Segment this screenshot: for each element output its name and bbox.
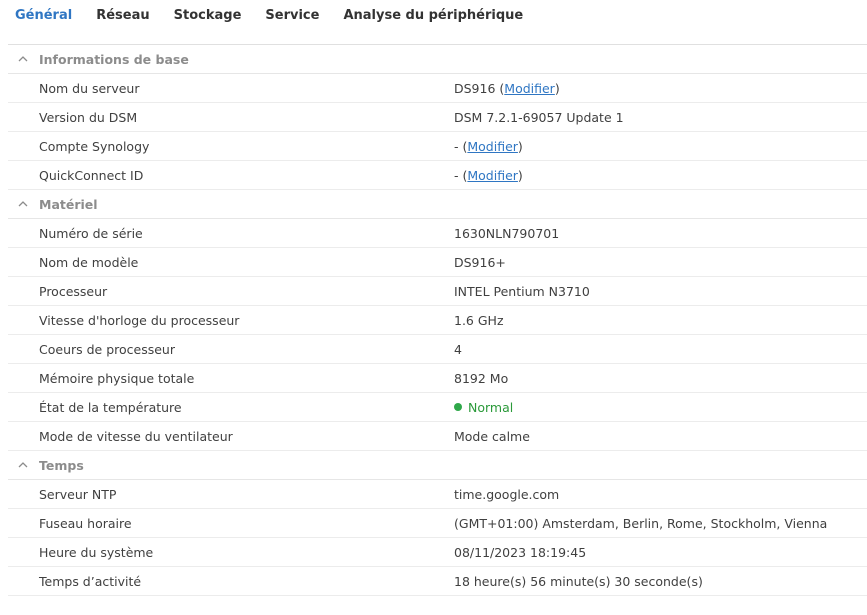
- field-value: 08/11/2023 18:19:45: [454, 544, 587, 560]
- field-value: 4: [454, 341, 462, 357]
- row-fan-mode: Mode de vitesse du ventilateur Mode calm…: [8, 422, 867, 451]
- section-title: Temps: [39, 457, 84, 473]
- field-label: Compte Synology: [39, 138, 150, 154]
- field-value: 1.6 GHz: [454, 312, 504, 328]
- row-dsm-version: Version du DSM DSM 7.2.1-69057 Update 1: [8, 103, 867, 132]
- field-value: 8192 Mo: [454, 370, 509, 386]
- row-server-name: Nom du serveur DS916 (Modifier): [8, 74, 867, 103]
- field-value: INTEL Pentium N3710: [454, 283, 590, 299]
- field-label: Nom de modèle: [39, 254, 139, 270]
- field-label: Numéro de série: [39, 225, 143, 241]
- server-name-value: DS916: [454, 80, 496, 96]
- row-time-zone: Fuseau horaire (GMT+01:00) Amsterdam, Be…: [8, 509, 867, 538]
- row-uptime: Temps d’activité 18 heure(s) 56 minute(s…: [8, 567, 867, 596]
- tab-bar: Général Réseau Stockage Service Analyse …: [0, 0, 867, 32]
- section-header-basic-info[interactable]: Informations de base: [8, 45, 867, 74]
- field-label: État de la température: [39, 399, 182, 415]
- synology-account-value: -: [454, 138, 459, 154]
- tab-general[interactable]: Général: [15, 4, 72, 28]
- row-total-memory: Mémoire physique totale 8192 Mo: [8, 364, 867, 393]
- field-value: 18 heure(s) 56 minute(s) 30 seconde(s): [454, 573, 703, 589]
- row-quickconnect-id: QuickConnect ID - (Modifier): [8, 161, 867, 190]
- row-synology-account: Compte Synology - (Modifier): [8, 132, 867, 161]
- modify-server-name-link[interactable]: Modifier: [504, 81, 555, 96]
- row-cpu-cores: Coeurs de processeur 4: [8, 335, 867, 364]
- section-title: Informations de base: [39, 51, 189, 67]
- row-model-name: Nom de modèle DS916+: [8, 248, 867, 277]
- status-dot-icon: [454, 402, 462, 411]
- field-value: - (Modifier): [454, 167, 523, 183]
- chevron-up-icon[interactable]: [17, 53, 29, 65]
- modify-synology-account-link[interactable]: Modifier: [467, 139, 518, 154]
- field-label: Mémoire physique totale: [39, 370, 195, 386]
- field-label: Serveur NTP: [39, 486, 117, 502]
- field-label: Vitesse d'horloge du processeur: [39, 312, 240, 328]
- section-header-hardware[interactable]: Matériel: [8, 190, 867, 219]
- row-cpu-clock: Vitesse d'horloge du processeur 1.6 GHz: [8, 306, 867, 335]
- row-system-time: Heure du système 08/11/2023 18:19:45: [8, 538, 867, 567]
- field-label: Mode de vitesse du ventilateur: [39, 428, 233, 444]
- temperature-status-text: Normal: [468, 399, 514, 415]
- section-title: Matériel: [39, 196, 98, 212]
- field-value: DSM 7.2.1-69057 Update 1: [454, 109, 624, 125]
- field-label: Processeur: [39, 283, 108, 299]
- tab-device-analysis[interactable]: Analyse du périphérique: [343, 4, 523, 28]
- field-value: DS916 (Modifier): [454, 80, 560, 96]
- chevron-up-icon[interactable]: [17, 198, 29, 210]
- tab-network[interactable]: Réseau: [96, 4, 149, 28]
- field-value: 1630NLN790701: [454, 225, 560, 241]
- tab-storage[interactable]: Stockage: [174, 4, 242, 28]
- field-label: Fuseau horaire: [39, 515, 132, 531]
- row-temperature-status: État de la température Normal: [8, 393, 867, 422]
- tab-service[interactable]: Service: [265, 4, 319, 28]
- section-header-time[interactable]: Temps: [8, 451, 867, 480]
- quickconnect-id-value: -: [454, 167, 459, 183]
- field-value: (GMT+01:00) Amsterdam, Berlin, Rome, Sto…: [454, 515, 828, 531]
- chevron-up-icon[interactable]: [17, 459, 29, 471]
- row-processor: Processeur INTEL Pentium N3710: [8, 277, 867, 306]
- field-label: Heure du système: [39, 544, 154, 560]
- row-serial-number: Numéro de série 1630NLN790701: [8, 219, 867, 248]
- field-label: Version du DSM: [39, 109, 138, 125]
- field-value: - (Modifier): [454, 138, 523, 154]
- field-label: Temps d’activité: [39, 573, 142, 589]
- field-value: Mode calme: [454, 428, 530, 444]
- row-ntp-server: Serveur NTP time.google.com: [8, 480, 867, 509]
- field-value: DS916+: [454, 254, 506, 270]
- field-label: Coeurs de processeur: [39, 341, 175, 357]
- field-value: Normal: [454, 400, 513, 415]
- field-label: QuickConnect ID: [39, 167, 144, 183]
- info-panel: Informations de base Nom du serveur DS91…: [8, 44, 867, 596]
- field-value: time.google.com: [454, 486, 560, 502]
- field-label: Nom du serveur: [39, 80, 140, 96]
- modify-quickconnect-link[interactable]: Modifier: [467, 168, 518, 183]
